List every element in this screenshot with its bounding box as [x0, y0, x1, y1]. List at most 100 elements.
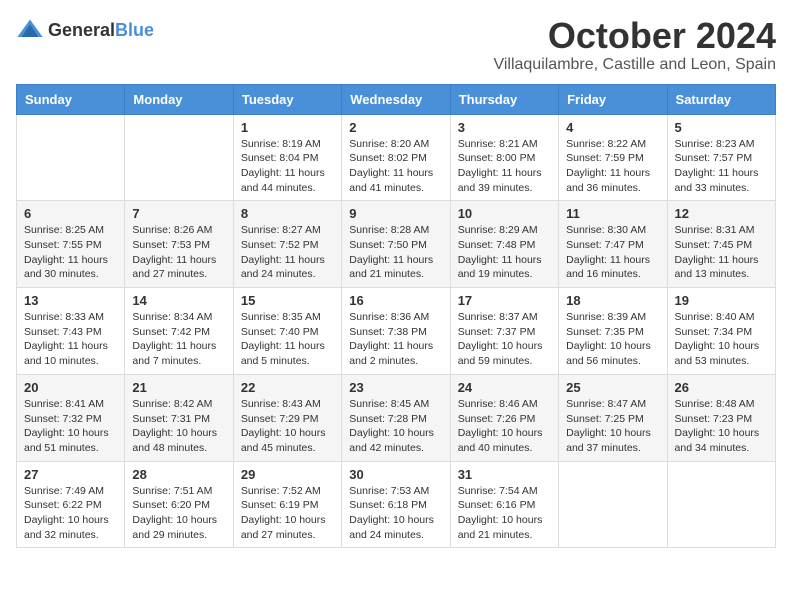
day-header-wednesday: Wednesday — [342, 84, 450, 114]
month-title: October 2024 — [493, 16, 776, 56]
day-number: 24 — [458, 380, 551, 395]
calendar-cell: 14Sunrise: 8:34 AM Sunset: 7:42 PM Dayli… — [125, 288, 233, 375]
calendar-table: SundayMondayTuesdayWednesdayThursdayFrid… — [16, 84, 776, 549]
day-number: 17 — [458, 293, 551, 308]
day-number: 12 — [675, 206, 768, 221]
day-info: Sunrise: 8:43 AM Sunset: 7:29 PM Dayligh… — [241, 397, 334, 456]
day-info: Sunrise: 8:26 AM Sunset: 7:53 PM Dayligh… — [132, 223, 225, 282]
calendar-cell: 29 Sunrise: 7:52 AM Sunset: 6:19 PM Dayli… — [233, 461, 341, 548]
logo-blue-text: Blue — [115, 20, 154, 40]
day-info: Sunrise: 8:39 AM Sunset: 7:35 PM Dayligh… — [566, 310, 659, 369]
week-row-4: 20Sunrise: 8:41 AM Sunset: 7:32 PM Dayli… — [17, 374, 776, 461]
calendar-cell: 16 Sunrise: 8:36 AM Sunset: 7:38 PM Dayli… — [342, 288, 450, 375]
calendar-cell: 30 Sunrise: 7:53 AM Sunset: 6:18 PM Dayli… — [342, 461, 450, 548]
day-info: Sunrise: 7:51 AM Sunset: 6:20 PM Dayligh… — [132, 484, 225, 543]
day-info: Sunrise: 8:25 AM Sunset: 7:55 PM Dayligh… — [24, 223, 117, 282]
day-header-sunday: Sunday — [17, 84, 125, 114]
page-header: GeneralBlue October 2024 Villaquilambre,… — [16, 16, 776, 74]
day-number: 8 — [241, 206, 334, 221]
calendar-cell: 15 Sunrise: 8:35 AM Sunset: 7:40 PM Dayli… — [233, 288, 341, 375]
calendar-cell: 7 Sunrise: 8:26 AM Sunset: 7:53 PM Daylig… — [125, 201, 233, 288]
calendar-cell: 1Sunrise: 8:19 AM Sunset: 8:04 PM Daylig… — [233, 114, 341, 201]
calendar-cell: 25 Sunrise: 8:47 AM Sunset: 7:25 PM Dayli… — [559, 374, 667, 461]
calendar-cell: 5 Sunrise: 8:23 AM Sunset: 7:57 PM Daylig… — [667, 114, 775, 201]
calendar-cell: 10 Sunrise: 8:29 AM Sunset: 7:48 PM Dayli… — [450, 201, 558, 288]
day-info: Sunrise: 8:47 AM Sunset: 7:25 PM Dayligh… — [566, 397, 659, 456]
day-header-friday: Friday — [559, 84, 667, 114]
day-info: Sunrise: 8:40 AM Sunset: 7:34 PM Dayligh… — [675, 310, 768, 369]
day-number: 9 — [349, 206, 442, 221]
day-info: Sunrise: 8:31 AM Sunset: 7:45 PM Dayligh… — [675, 223, 768, 282]
day-info: Sunrise: 8:22 AM Sunset: 7:59 PM Dayligh… — [566, 137, 659, 196]
day-header-tuesday: Tuesday — [233, 84, 341, 114]
day-info: Sunrise: 8:27 AM Sunset: 7:52 PM Dayligh… — [241, 223, 334, 282]
day-info: Sunrise: 8:21 AM Sunset: 8:00 PM Dayligh… — [458, 137, 551, 196]
calendar-cell: 21Sunrise: 8:42 AM Sunset: 7:31 PM Dayli… — [125, 374, 233, 461]
day-number: 11 — [566, 206, 659, 221]
calendar-cell: 28 Sunrise: 7:51 AM Sunset: 6:20 PM Dayli… — [125, 461, 233, 548]
day-number: 25 — [566, 380, 659, 395]
location-title: Villaquilambre, Castille and Leon, Spain — [493, 56, 776, 74]
day-number: 6 — [24, 206, 117, 221]
week-row-3: 13Sunrise: 8:33 AM Sunset: 7:43 PM Dayli… — [17, 288, 776, 375]
calendar-cell: 11 Sunrise: 8:30 AM Sunset: 7:47 PM Dayli… — [559, 201, 667, 288]
day-info: Sunrise: 7:53 AM Sunset: 6:18 PM Dayligh… — [349, 484, 442, 543]
day-header-monday: Monday — [125, 84, 233, 114]
day-header-thursday: Thursday — [450, 84, 558, 114]
calendar-cell — [125, 114, 233, 201]
day-number: 14 — [132, 293, 225, 308]
calendar-cell — [667, 461, 775, 548]
calendar-cell: 27 Sunrise: 7:49 AM Sunset: 6:22 PM Dayli… — [17, 461, 125, 548]
day-info: Sunrise: 8:30 AM Sunset: 7:47 PM Dayligh… — [566, 223, 659, 282]
day-info: Sunrise: 8:29 AM Sunset: 7:48 PM Dayligh… — [458, 223, 551, 282]
day-number: 16 — [349, 293, 442, 308]
calendar-cell: 8 Sunrise: 8:27 AM Sunset: 7:52 PM Daylig… — [233, 201, 341, 288]
day-info: Sunrise: 8:42 AM Sunset: 7:31 PM Dayligh… — [132, 397, 225, 456]
day-info: Sunrise: 8:46 AM Sunset: 7:26 PM Dayligh… — [458, 397, 551, 456]
day-number: 2 — [349, 120, 442, 135]
day-number: 15 — [241, 293, 334, 308]
day-header-saturday: Saturday — [667, 84, 775, 114]
day-number: 29 — [241, 467, 334, 482]
calendar-cell: 3 Sunrise: 8:21 AM Sunset: 8:00 PM Daylig… — [450, 114, 558, 201]
calendar-cell: 22 Sunrise: 8:43 AM Sunset: 7:29 PM Dayli… — [233, 374, 341, 461]
title-section: October 2024 Villaquilambre, Castille an… — [493, 16, 776, 74]
day-info: Sunrise: 8:19 AM Sunset: 8:04 PM Dayligh… — [241, 137, 334, 196]
day-info: Sunrise: 7:54 AM Sunset: 6:16 PM Dayligh… — [458, 484, 551, 543]
day-info: Sunrise: 8:20 AM Sunset: 8:02 PM Dayligh… — [349, 137, 442, 196]
day-number: 7 — [132, 206, 225, 221]
calendar-cell: 24 Sunrise: 8:46 AM Sunset: 7:26 PM Dayli… — [450, 374, 558, 461]
day-number: 27 — [24, 467, 117, 482]
day-info: Sunrise: 8:37 AM Sunset: 7:37 PM Dayligh… — [458, 310, 551, 369]
day-number: 13 — [24, 293, 117, 308]
day-number: 3 — [458, 120, 551, 135]
day-info: Sunrise: 8:48 AM Sunset: 7:23 PM Dayligh… — [675, 397, 768, 456]
day-info: Sunrise: 8:36 AM Sunset: 7:38 PM Dayligh… — [349, 310, 442, 369]
day-info: Sunrise: 8:35 AM Sunset: 7:40 PM Dayligh… — [241, 310, 334, 369]
calendar-cell: 9 Sunrise: 8:28 AM Sunset: 7:50 PM Daylig… — [342, 201, 450, 288]
day-number: 23 — [349, 380, 442, 395]
day-info: Sunrise: 7:49 AM Sunset: 6:22 PM Dayligh… — [24, 484, 117, 543]
week-row-1: 1Sunrise: 8:19 AM Sunset: 8:04 PM Daylig… — [17, 114, 776, 201]
logo-icon — [16, 16, 44, 44]
day-number: 22 — [241, 380, 334, 395]
day-number: 10 — [458, 206, 551, 221]
calendar-cell: 20Sunrise: 8:41 AM Sunset: 7:32 PM Dayli… — [17, 374, 125, 461]
days-header-row: SundayMondayTuesdayWednesdayThursdayFrid… — [17, 84, 776, 114]
calendar-cell — [559, 461, 667, 548]
calendar-cell: 23Sunrise: 8:45 AM Sunset: 7:28 PM Dayli… — [342, 374, 450, 461]
day-number: 30 — [349, 467, 442, 482]
day-number: 28 — [132, 467, 225, 482]
week-row-2: 6 Sunrise: 8:25 AM Sunset: 7:55 PM Daylig… — [17, 201, 776, 288]
day-number: 5 — [675, 120, 768, 135]
week-row-5: 27 Sunrise: 7:49 AM Sunset: 6:22 PM Dayli… — [17, 461, 776, 548]
calendar-cell: 19Sunrise: 8:40 AM Sunset: 7:34 PM Dayli… — [667, 288, 775, 375]
calendar-cell: 26Sunrise: 8:48 AM Sunset: 7:23 PM Dayli… — [667, 374, 775, 461]
day-info: Sunrise: 7:52 AM Sunset: 6:19 PM Dayligh… — [241, 484, 334, 543]
calendar-cell: 13Sunrise: 8:33 AM Sunset: 7:43 PM Dayli… — [17, 288, 125, 375]
calendar-cell — [17, 114, 125, 201]
calendar-cell: 31Sunrise: 7:54 AM Sunset: 6:16 PM Dayli… — [450, 461, 558, 548]
day-info: Sunrise: 8:23 AM Sunset: 7:57 PM Dayligh… — [675, 137, 768, 196]
day-info: Sunrise: 8:28 AM Sunset: 7:50 PM Dayligh… — [349, 223, 442, 282]
calendar-cell: 2 Sunrise: 8:20 AM Sunset: 8:02 PM Daylig… — [342, 114, 450, 201]
